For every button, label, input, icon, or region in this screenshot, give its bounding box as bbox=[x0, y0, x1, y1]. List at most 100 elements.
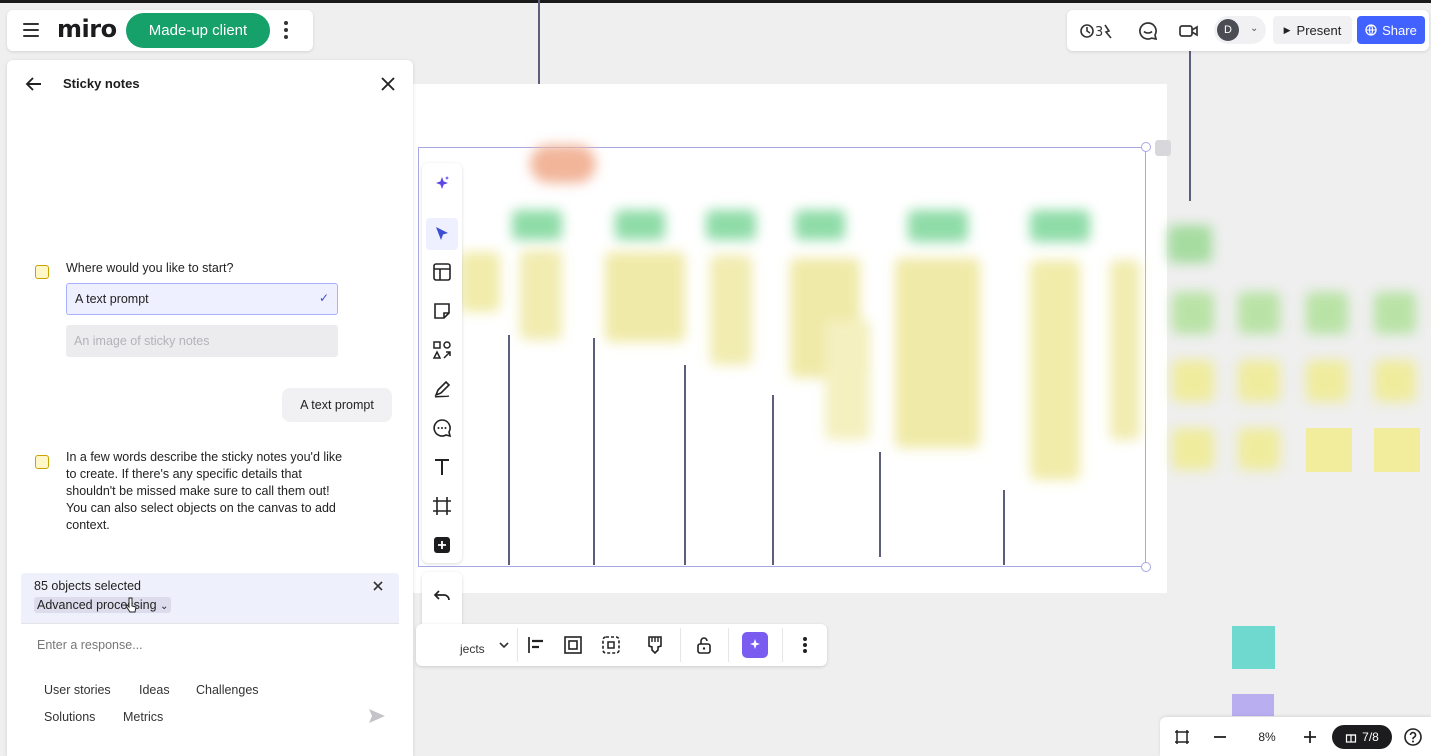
svg-text:3: 3 bbox=[1095, 25, 1103, 40]
group-icon[interactable] bbox=[561, 633, 585, 657]
blurred-header-note bbox=[908, 210, 968, 242]
frame-menu-icon[interactable] bbox=[1155, 140, 1171, 156]
hamburger-menu-icon[interactable] bbox=[23, 23, 39, 37]
frame-icon[interactable] bbox=[430, 494, 454, 518]
selection-handle[interactable] bbox=[1141, 142, 1151, 152]
selection-type-label[interactable]: jects bbox=[460, 642, 485, 656]
sticky-note-icon[interactable] bbox=[430, 299, 454, 323]
blurred-sticky bbox=[1172, 292, 1214, 334]
lock-icon[interactable] bbox=[692, 633, 716, 657]
blurred-header-note bbox=[615, 210, 665, 240]
help-icon[interactable] bbox=[1403, 727, 1423, 747]
pen-icon[interactable] bbox=[430, 377, 454, 401]
zoom-out-icon[interactable] bbox=[1210, 727, 1230, 747]
checkmark-icon: ✓ bbox=[318, 291, 329, 305]
more-options-icon[interactable] bbox=[283, 21, 289, 39]
sticky-note-icon bbox=[35, 455, 49, 469]
user-reply-bubble: A text prompt bbox=[282, 388, 392, 422]
mini-sticky-note[interactable] bbox=[1232, 626, 1275, 669]
present-button[interactable]: ▶ Present bbox=[1273, 16, 1352, 44]
blurred-sticky bbox=[1306, 292, 1348, 334]
sticky-note[interactable] bbox=[1306, 428, 1352, 472]
video-call-icon[interactable] bbox=[1178, 20, 1200, 42]
more-options-icon[interactable] bbox=[793, 633, 817, 657]
board-name-button[interactable]: Made-up client bbox=[126, 13, 270, 48]
back-arrow-icon[interactable] bbox=[24, 74, 44, 94]
globe-icon bbox=[1365, 24, 1377, 36]
blurred-header-note bbox=[1030, 210, 1090, 242]
select-cursor-icon[interactable] bbox=[426, 218, 458, 250]
option-text-prompt[interactable]: A text prompt ✓ bbox=[66, 283, 338, 315]
option-label: An image of sticky notes bbox=[74, 334, 210, 348]
avatar[interactable]: D bbox=[1217, 19, 1239, 41]
shapes-icon[interactable] bbox=[430, 338, 454, 362]
selection-context: 85 objects selected Advanced processing … bbox=[21, 573, 399, 623]
reactions-icon[interactable]: 3 bbox=[1079, 20, 1112, 42]
mouse-cursor-icon bbox=[125, 597, 137, 613]
clear-selection-icon[interactable] bbox=[371, 579, 385, 593]
creation-toolbar bbox=[422, 163, 462, 563]
blurred-sticky bbox=[1030, 260, 1080, 480]
response-input[interactable] bbox=[37, 638, 357, 652]
processing-mode-dropdown[interactable]: Advanced processing ⌄ bbox=[34, 597, 172, 613]
blurred-sticky bbox=[1172, 360, 1214, 402]
blurred-sticky bbox=[1238, 428, 1280, 470]
suggestion-chip[interactable]: Metrics bbox=[114, 706, 172, 728]
templates-icon[interactable] bbox=[430, 260, 454, 284]
more-apps-icon[interactable] bbox=[430, 533, 454, 557]
undo-icon[interactable] bbox=[430, 584, 454, 608]
column-divider bbox=[508, 335, 510, 565]
selection-count: 85 objects selected bbox=[34, 579, 142, 593]
panel-title: Sticky notes bbox=[63, 76, 140, 91]
present-label: Present bbox=[1296, 22, 1342, 38]
blurred-header-note bbox=[795, 210, 845, 240]
share-button[interactable]: Share bbox=[1357, 16, 1425, 44]
blurred-sticky bbox=[1374, 360, 1416, 402]
suggestion-chip[interactable]: Ideas bbox=[130, 679, 179, 701]
suggestion-chip[interactable]: Solutions bbox=[35, 706, 104, 728]
blurred-sticky bbox=[460, 252, 500, 312]
blurred-header-note bbox=[512, 210, 562, 240]
sparkle-icon[interactable] bbox=[430, 172, 454, 196]
fit-to-screen-icon[interactable] bbox=[1172, 727, 1192, 747]
frame-selection-icon[interactable] bbox=[599, 633, 623, 657]
mini-sticky-note[interactable] bbox=[1232, 694, 1274, 716]
suggestion-chip[interactable]: Challenges bbox=[187, 679, 268, 701]
zoom-controls: 8% 7/8 bbox=[1160, 717, 1431, 756]
send-icon[interactable] bbox=[367, 706, 387, 726]
chevron-down-icon: ⌄ bbox=[160, 601, 169, 612]
text-icon[interactable] bbox=[430, 455, 454, 479]
column-divider bbox=[772, 395, 774, 565]
close-icon[interactable] bbox=[378, 74, 398, 94]
page-indicator: 7/8 bbox=[1362, 730, 1379, 744]
blurred-header-note bbox=[1168, 225, 1212, 263]
page-indicator-button[interactable]: 7/8 bbox=[1332, 725, 1392, 749]
zoom-level[interactable]: 8% bbox=[1252, 730, 1282, 744]
miro-logo[interactable]: miro bbox=[57, 15, 117, 43]
context-toolbar: jects bbox=[416, 624, 827, 666]
chat-icon[interactable] bbox=[1137, 20, 1159, 42]
blurred-sticky bbox=[825, 320, 870, 440]
connector-line bbox=[538, 0, 540, 84]
align-icon[interactable] bbox=[524, 633, 548, 657]
sticky-notes-panel: Sticky notes Where would you like to sta… bbox=[7, 60, 413, 756]
zoom-in-icon[interactable] bbox=[1300, 727, 1320, 747]
ai-assist-button[interactable] bbox=[742, 632, 768, 658]
board-menu-bar: miro Made-up client bbox=[7, 10, 313, 51]
suggestion-chip[interactable]: User stories bbox=[35, 679, 120, 701]
sticker-icon[interactable] bbox=[643, 633, 667, 657]
option-image-sticky-notes[interactable]: An image of sticky notes bbox=[66, 325, 338, 357]
sticky-note[interactable] bbox=[1374, 428, 1420, 472]
sticky-note-icon bbox=[35, 265, 49, 279]
assistant-question: Where would you like to start? bbox=[66, 261, 234, 275]
blurred-sticky bbox=[710, 255, 752, 365]
blurred-sticky bbox=[605, 252, 685, 342]
chevron-down-icon[interactable] bbox=[492, 633, 516, 657]
divider bbox=[517, 628, 518, 662]
selection-handle[interactable] bbox=[1141, 562, 1151, 572]
user-menu[interactable]: D ⌄ bbox=[1214, 16, 1266, 44]
comment-icon[interactable] bbox=[430, 416, 454, 440]
column-divider bbox=[879, 452, 881, 557]
column-divider bbox=[684, 365, 686, 565]
blurred-sticky bbox=[1172, 428, 1214, 470]
